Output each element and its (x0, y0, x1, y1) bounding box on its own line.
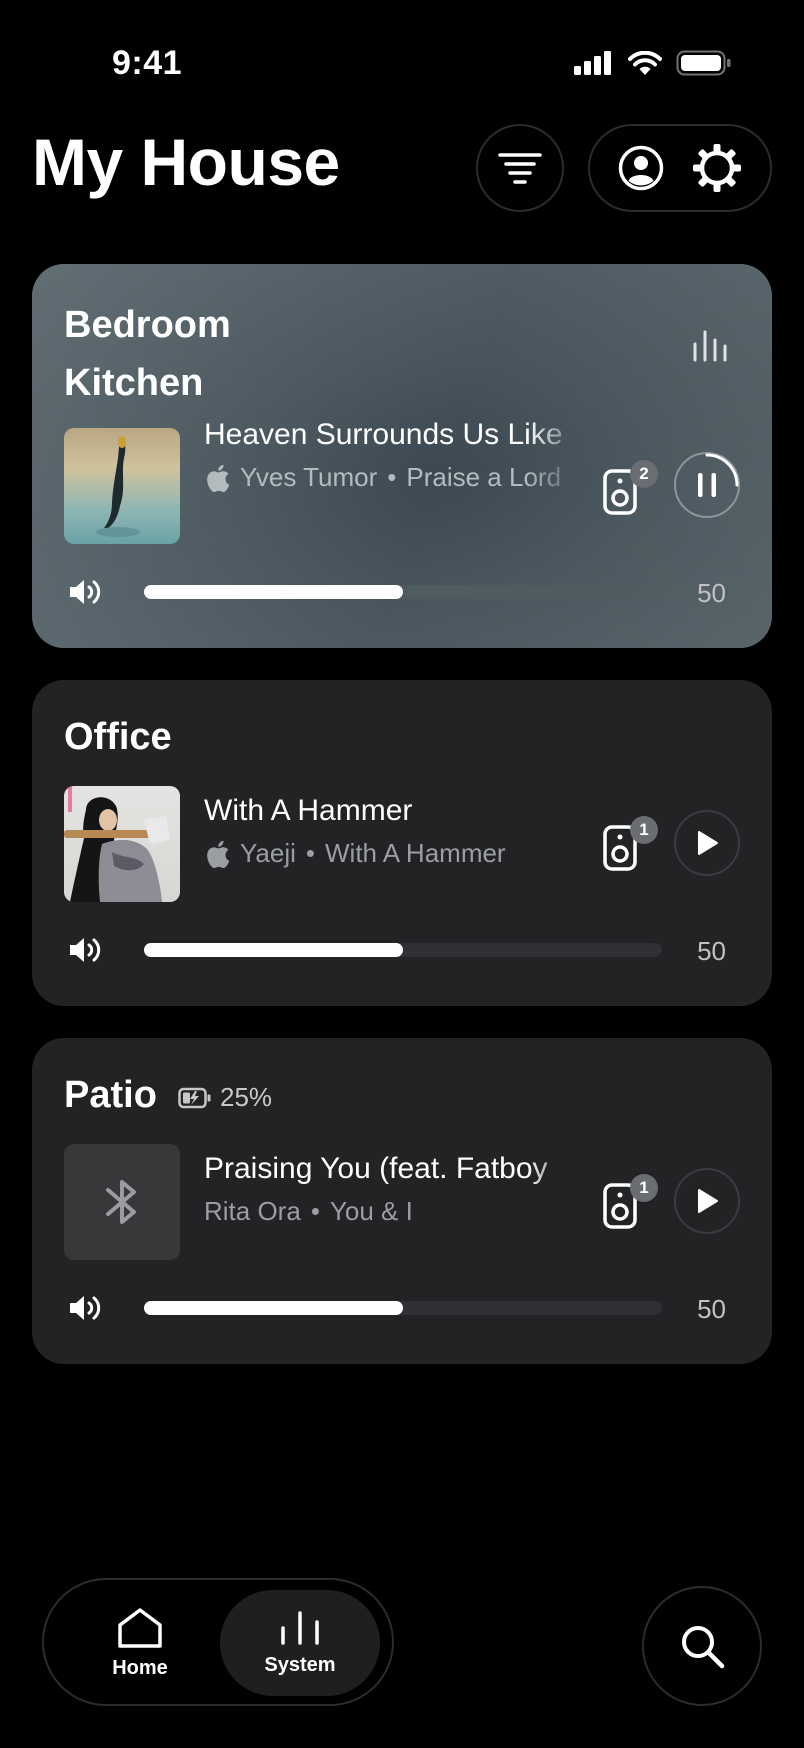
album-name: Praise a Lord (406, 462, 562, 492)
speaker-group-button[interactable]: 1 (602, 1174, 658, 1236)
album-art-figure-icon (96, 436, 140, 537)
room-name-bedroom: Bedroom (64, 304, 231, 346)
battery-charging-icon (178, 1087, 211, 1108)
album-art-heaven-surrounds-us (64, 428, 180, 544)
apple-music-icon (207, 464, 230, 492)
track-subtitle: Yves Tumor • Praise a Lord (204, 462, 584, 493)
room-card-bedroom-kitchen[interactable]: Bedroom Kitchen Heaven Surrounds Us Like… (32, 264, 772, 648)
album-name: You & I (329, 1196, 413, 1226)
play-icon (698, 1189, 718, 1213)
track-subtitle: Rita Ora • You & I (204, 1196, 584, 1227)
play-button[interactable] (674, 810, 740, 876)
room-name-office: Office (64, 716, 172, 758)
tab-bar: Home System (42, 1578, 394, 1706)
volume-value: 50 (697, 936, 726, 966)
status-bar: 9:41 (0, 0, 804, 120)
artist-name: Rita Ora (204, 1196, 301, 1226)
album-art-portrait-icon (64, 786, 170, 902)
volume-slider-fill (144, 943, 403, 957)
track-subtitle: Yaeji • With A Hammer (204, 838, 584, 869)
battery-status: 25% (178, 1082, 272, 1113)
speaker-count-badge: 2 (630, 460, 658, 488)
search-icon (682, 1626, 725, 1669)
tab-system[interactable]: System (220, 1590, 380, 1696)
album-name: With A Hammer (325, 838, 506, 868)
battery-percent: 25% (220, 1082, 273, 1112)
volume-icon[interactable] (68, 936, 104, 964)
battery-icon (676, 50, 731, 76)
volume-icon[interactable] (68, 578, 104, 606)
volume-slider[interactable] (144, 943, 662, 957)
speaker-count-badge: 1 (630, 1174, 658, 1202)
volume-slider[interactable] (144, 585, 662, 599)
account-icon[interactable] (618, 145, 664, 191)
volume-icon[interactable] (68, 1294, 104, 1322)
account-settings-group (588, 124, 772, 212)
settings-gear-icon[interactable] (692, 143, 742, 193)
track-title: Heaven Surrounds Us Like (204, 418, 563, 451)
cellular-signal-icon (574, 51, 611, 75)
bluetooth-icon (106, 1180, 136, 1224)
album-art-with-a-hammer (64, 786, 180, 902)
speaker-count-badge: 1 (630, 816, 658, 844)
tab-home[interactable]: Home (60, 1590, 220, 1696)
separator-dot: • (387, 462, 397, 492)
wifi-icon (628, 50, 662, 75)
tab-system-label: System (264, 1653, 336, 1676)
system-bars-icon (281, 1610, 319, 1645)
pause-button[interactable] (674, 452, 740, 518)
room-name-kitchen: Kitchen (64, 362, 204, 404)
home-icon (118, 1607, 162, 1648)
room-card-patio[interactable]: Patio 25% Praising You (feat. Fatboy Rit… (32, 1038, 772, 1364)
artist-name: Yaeji (240, 838, 296, 868)
tab-home-label: Home (112, 1656, 168, 1679)
pause-icon (698, 453, 739, 497)
volume-slider-fill (144, 585, 403, 599)
room-card-office[interactable]: Office With A Hammer Yaeji • With A Hamm… (32, 680, 772, 1006)
volume-value: 50 (697, 578, 726, 608)
filter-icon (498, 153, 542, 184)
status-time: 9:41 (112, 44, 183, 82)
track-title: With A Hammer (204, 794, 413, 827)
track-title: Praising You (feat. Fatboy (204, 1152, 548, 1185)
volume-slider[interactable] (144, 1301, 662, 1315)
separator-dot: • (305, 838, 315, 868)
filter-button[interactable] (476, 124, 564, 212)
speaker-group-button[interactable]: 1 (602, 816, 658, 878)
artist-name: Yves Tumor (240, 462, 378, 492)
separator-dot: • (310, 1196, 320, 1226)
volume-value: 50 (697, 1294, 726, 1324)
speaker-group-button[interactable]: 2 (602, 460, 658, 522)
room-name-patio: Patio (64, 1074, 157, 1116)
volume-slider-fill (144, 1301, 403, 1315)
bluetooth-source-art (64, 1144, 180, 1260)
equalizer-icon[interactable] (692, 330, 728, 362)
search-button[interactable] (642, 1586, 762, 1706)
status-icons (574, 50, 732, 76)
play-button[interactable] (674, 1168, 740, 1234)
apple-music-icon (207, 840, 230, 868)
page-title: My House (32, 125, 340, 199)
play-icon (698, 831, 718, 855)
